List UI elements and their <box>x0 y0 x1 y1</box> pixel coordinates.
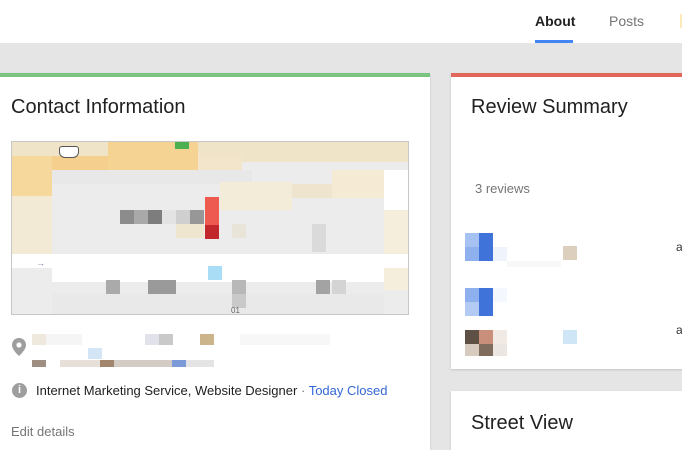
business-category: Internet Marketing Service, Website Desi… <box>36 383 298 398</box>
business-category-line: Internet Marketing Service, Website Desi… <box>36 383 387 399</box>
location-pin-icon <box>12 338 26 356</box>
review-snippet: a <box>676 323 682 337</box>
separator-dot: · <box>300 383 306 398</box>
review-snippet: a <box>676 240 682 254</box>
street-view-card: Street View <box>451 391 682 450</box>
contact-card-title: Contact Information <box>11 96 186 118</box>
active-tab-indicator <box>535 40 573 43</box>
tab-about[interactable]: About <box>535 0 575 43</box>
review-card-title: Review Summary <box>471 96 628 118</box>
map-arrow-icon: → <box>36 258 45 268</box>
review-count[interactable]: 3 reviews <box>475 181 530 196</box>
review-summary-card: Review Summary 3 reviews a a <box>451 73 682 369</box>
route-marker-icon <box>175 142 189 149</box>
top-nav-bar: About Posts <box>0 0 682 43</box>
highway-shield-icon <box>59 146 79 158</box>
card-accent-bar <box>0 73 430 77</box>
card-accent-bar <box>451 73 682 77</box>
contact-information-card: Contact Information → 01 i Internet Mark… <box>0 73 430 450</box>
tab-posts[interactable]: Posts <box>609 0 644 43</box>
location-map[interactable]: → 01 <box>11 141 409 315</box>
hours-status-link[interactable]: Today Closed <box>309 383 388 398</box>
map-road-label: 01 <box>231 306 240 315</box>
info-icon: i <box>12 383 27 398</box>
street-view-title: Street View <box>471 412 573 434</box>
edit-details-link[interactable]: Edit details <box>11 424 75 440</box>
map-marker-icon <box>205 197 219 239</box>
